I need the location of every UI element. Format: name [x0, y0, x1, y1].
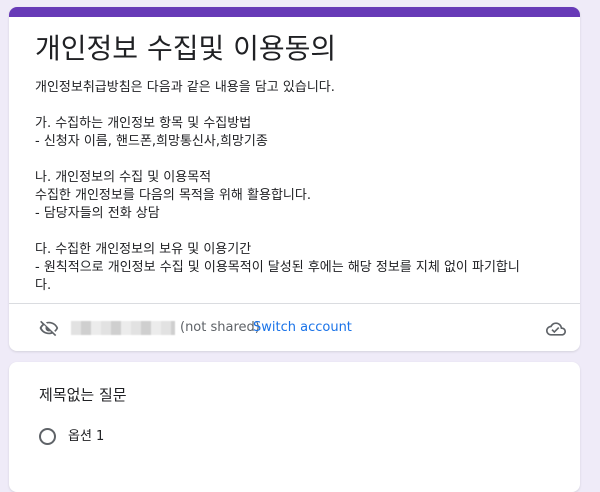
account-row: (not shared) Switch account — [9, 304, 580, 351]
form-title: 개인정보 수집및 이용동의 — [35, 32, 337, 65]
switch-account-link[interactable]: Switch account — [253, 320, 352, 336]
radio-option[interactable]: 옵션 1 — [39, 426, 239, 448]
not-shared-label: (not shared) — [180, 320, 260, 335]
eye-off-icon — [39, 318, 59, 338]
form-description: 개인정보취급방침은 다음과 같은 내용을 담고 있습니다. 가. 수집하는 개인… — [35, 80, 520, 293]
option-label: 옵션 1 — [68, 429, 105, 444]
form-header-card: 개인정보 수집및 이용동의 개인정보취급방침은 다음과 같은 내용을 담고 있습… — [9, 7, 580, 351]
cloud-done-icon — [546, 319, 566, 339]
theme-color-bar — [9, 7, 580, 17]
radio-button[interactable] — [39, 428, 56, 445]
redacted-email — [71, 321, 175, 335]
question-title: 제목없는 질문 — [39, 386, 127, 404]
